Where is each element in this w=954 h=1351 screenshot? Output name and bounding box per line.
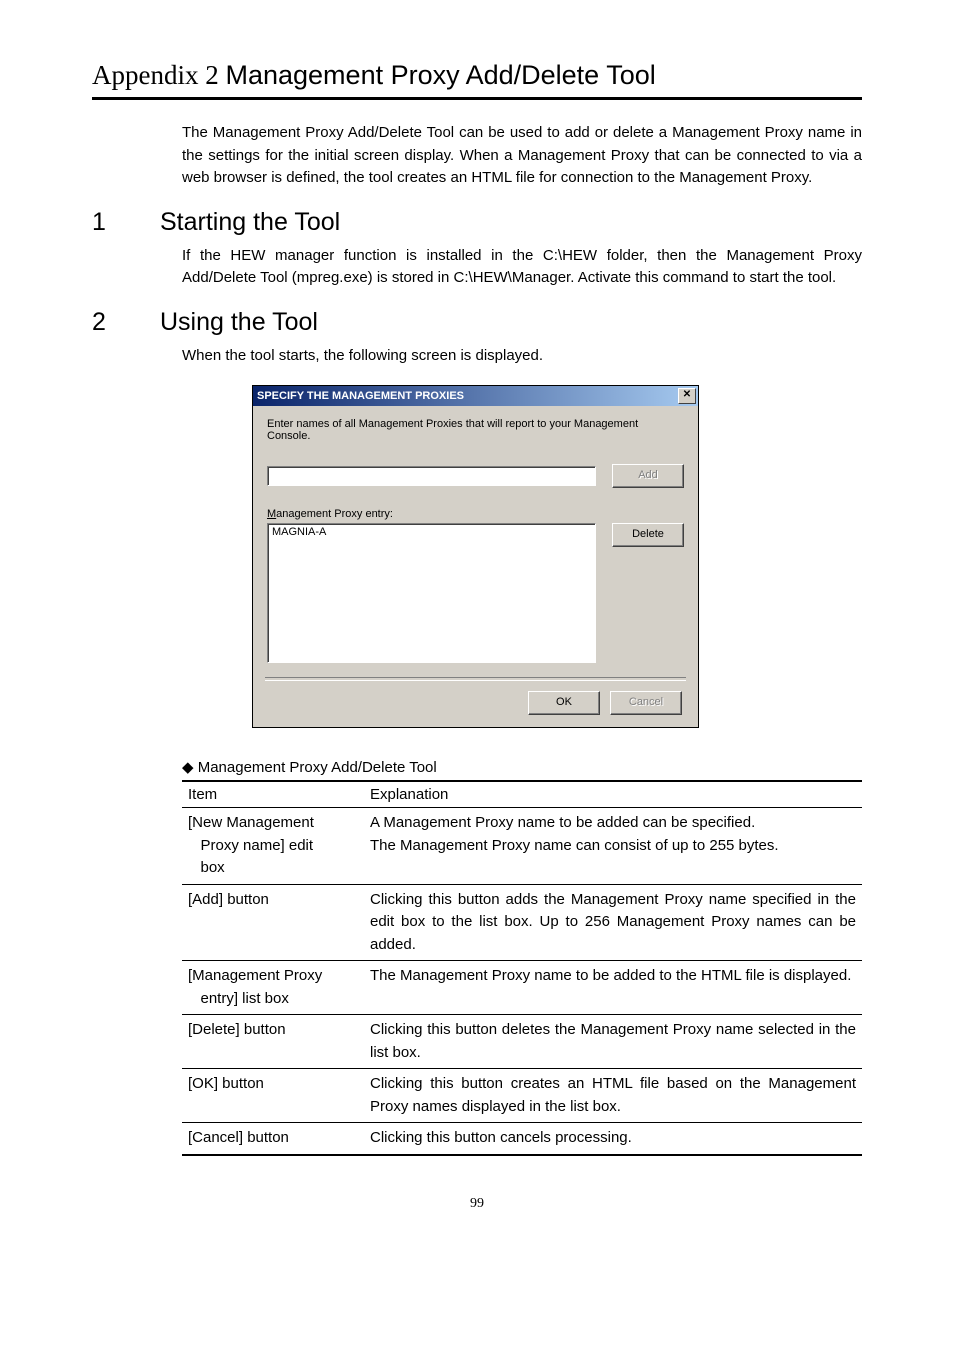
appendix-heading: Appendix 2 Management Proxy Add/Delete T… [92, 60, 862, 100]
section-number: 2 [92, 308, 160, 337]
section-title: Using the Tool [160, 308, 318, 337]
table-row: [New Management Proxy name] edit box A M… [182, 808, 862, 885]
table-item: [New Management Proxy name] edit box [182, 808, 364, 885]
list-item[interactable]: MAGNIA-A [272, 526, 591, 538]
dialog-separator [265, 677, 686, 681]
page-number: 99 [92, 1196, 862, 1212]
appendix-prefix: Appendix 2 [92, 60, 219, 90]
appendix-intro: The Management Proxy Add/Delete Tool can… [182, 122, 862, 190]
close-icon[interactable]: ✕ [678, 388, 696, 404]
new-proxy-name-input[interactable] [267, 466, 596, 486]
table-item: [OK] button [182, 1069, 364, 1123]
entry-label-rest: anagement Proxy entry: [276, 508, 393, 520]
dialog-screenshot: SPECIFY THE MANAGEMENT PROXIES ✕ Enter n… [252, 385, 862, 728]
table-item: [Management Proxy entry] list box [182, 961, 364, 1015]
table-explanation: The Management Proxy name to be added to… [364, 961, 862, 1015]
dialog-instruction: Enter names of all Management Proxies th… [267, 418, 684, 442]
table-explanation: Clicking this button adds the Management… [364, 884, 862, 961]
section-2-body: When the tool starts, the following scre… [182, 345, 862, 368]
proxy-entry-listbox[interactable]: MAGNIA-A [267, 523, 596, 663]
dialog-body: Enter names of all Management Proxies th… [253, 406, 698, 727]
add-button[interactable]: Add [612, 464, 684, 488]
ok-button[interactable]: OK [528, 691, 600, 715]
table-item: [Cancel] button [182, 1123, 364, 1155]
delete-button[interactable]: Delete [612, 523, 684, 547]
dialog-title: SPECIFY THE MANAGEMENT PROXIES [257, 390, 678, 402]
table-explanation: Clicking this button creates an HTML fil… [364, 1069, 862, 1123]
table-header-explanation: Explanation [364, 781, 862, 808]
table-item: [Delete] button [182, 1015, 364, 1069]
description-table: Item Explanation [New Management Proxy n… [182, 780, 862, 1156]
table-header-item: Item [182, 781, 364, 808]
section-title: Starting the Tool [160, 208, 340, 237]
section-1-heading: 1 Starting the Tool [92, 208, 862, 237]
entry-label: Management Proxy entry: [267, 508, 684, 520]
cancel-button[interactable]: Cancel [610, 691, 682, 715]
section-1-body: If the HEW manager function is installed… [182, 245, 862, 290]
table-row: [Add] button Clicking this button adds t… [182, 884, 862, 961]
table-caption: ◆ Management Proxy Add/Delete Tool [182, 758, 862, 776]
dialog-titlebar: SPECIFY THE MANAGEMENT PROXIES ✕ [253, 386, 698, 406]
table-explanation: Clicking this button deletes the Managem… [364, 1015, 862, 1069]
entry-label-accel: M [267, 508, 276, 520]
table-row: [Management Proxy entry] list box The Ma… [182, 961, 862, 1015]
table-header-row: Item Explanation [182, 781, 862, 808]
table-item: [Add] button [182, 884, 364, 961]
list-row: MAGNIA-A Delete [267, 523, 684, 663]
section-2-heading: 2 Using the Tool [92, 308, 862, 337]
table-row: [Cancel] button Clicking this button can… [182, 1123, 862, 1155]
table-explanation: A Management Proxy name to be added can … [364, 808, 862, 885]
dialog-footer: OK Cancel [267, 691, 684, 715]
appendix-main-title: Management Proxy Add/Delete Tool [225, 60, 655, 90]
dialog-window: SPECIFY THE MANAGEMENT PROXIES ✕ Enter n… [252, 385, 699, 728]
table-row: [OK] button Clicking this button creates… [182, 1069, 862, 1123]
section-number: 1 [92, 208, 160, 237]
add-row: Add [267, 464, 684, 488]
table-explanation: Clicking this button cancels processing. [364, 1123, 862, 1155]
table-row: [Delete] button Clicking this button del… [182, 1015, 862, 1069]
